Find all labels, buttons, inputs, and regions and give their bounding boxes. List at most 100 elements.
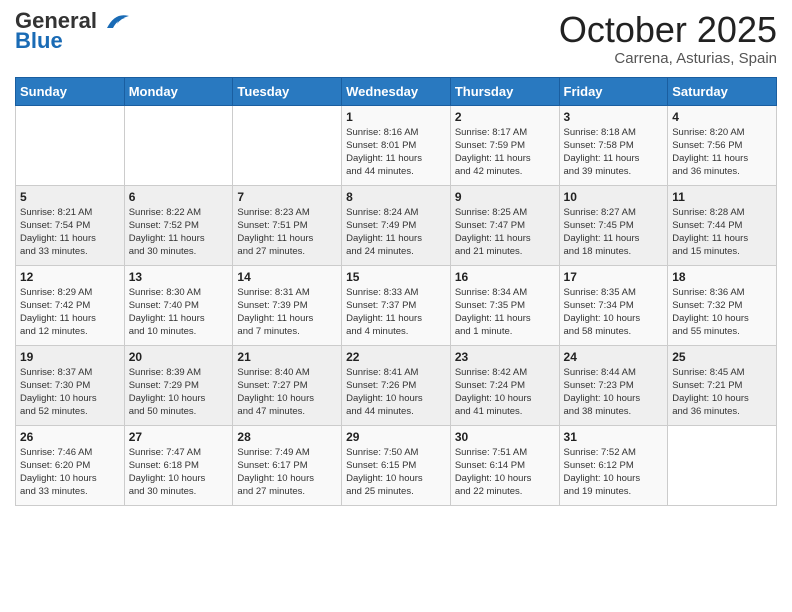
day-info: Sunrise: 7:50 AM Sunset: 6:15 PM Dayligh… bbox=[346, 446, 446, 499]
day-info: Sunrise: 8:41 AM Sunset: 7:26 PM Dayligh… bbox=[346, 366, 446, 419]
day-number: 26 bbox=[20, 430, 120, 444]
calendar-cell: 23 Sunrise: 8:42 AM Sunset: 7:24 PM Dayli… bbox=[450, 345, 559, 425]
day-info: Sunrise: 8:30 AM Sunset: 7:40 PM Dayligh… bbox=[129, 286, 229, 339]
day-info: Sunrise: 8:33 AM Sunset: 7:37 PM Dayligh… bbox=[346, 286, 446, 339]
day-number: 12 bbox=[20, 270, 120, 284]
day-info: Sunrise: 8:18 AM Sunset: 7:58 PM Dayligh… bbox=[564, 126, 664, 179]
day-info: Sunrise: 8:20 AM Sunset: 7:56 PM Dayligh… bbox=[672, 126, 772, 179]
calendar-cell: 22Sunrise: 8:41 AM Sunset: 7:26 PM Dayli… bbox=[342, 345, 451, 425]
day-number: 27 bbox=[129, 430, 229, 444]
week-row-3: 12 Sunrise: 8:29 AM Sunset: 7:42 PM Dayli… bbox=[16, 265, 777, 345]
calendar-cell: 5 Sunrise: 8:21 AM Sunset: 7:54 PM Daylig… bbox=[16, 185, 125, 265]
calendar-cell: 15 Sunrise: 8:33 AM Sunset: 7:37 PM Dayli… bbox=[342, 265, 451, 345]
header-cell-friday: Friday bbox=[559, 77, 668, 105]
calendar-cell: 16 Sunrise: 8:34 AM Sunset: 7:35 PM Dayli… bbox=[450, 265, 559, 345]
day-number: 20 bbox=[129, 350, 229, 364]
day-number: 25 bbox=[672, 350, 772, 364]
day-number: 23 bbox=[455, 350, 555, 364]
day-info: Sunrise: 8:40 AM Sunset: 7:27 PM Dayligh… bbox=[237, 366, 337, 419]
day-info: Sunrise: 8:29 AM Sunset: 7:42 PM Dayligh… bbox=[20, 286, 120, 339]
day-info: Sunrise: 7:49 AM Sunset: 6:17 PM Dayligh… bbox=[237, 446, 337, 499]
calendar-cell: 28 Sunrise: 7:49 AM Sunset: 6:17 PM Dayli… bbox=[233, 425, 342, 505]
day-info: Sunrise: 8:39 AM Sunset: 7:29 PM Dayligh… bbox=[129, 366, 229, 419]
calendar-cell bbox=[16, 105, 125, 185]
day-info: Sunrise: 8:22 AM Sunset: 7:52 PM Dayligh… bbox=[129, 206, 229, 259]
calendar-cell: 26 Sunrise: 7:46 AM Sunset: 6:20 PM Dayli… bbox=[16, 425, 125, 505]
calendar-cell: 4Sunrise: 8:20 AM Sunset: 7:56 PM Daylig… bbox=[668, 105, 777, 185]
day-number: 28 bbox=[237, 430, 337, 444]
logo-bird-icon bbox=[101, 10, 133, 32]
calendar-cell: 1Sunrise: 8:16 AM Sunset: 8:01 PM Daylig… bbox=[342, 105, 451, 185]
day-info: Sunrise: 8:36 AM Sunset: 7:32 PM Dayligh… bbox=[672, 286, 772, 339]
day-info: Sunrise: 7:47 AM Sunset: 6:18 PM Dayligh… bbox=[129, 446, 229, 499]
week-row-5: 26 Sunrise: 7:46 AM Sunset: 6:20 PM Dayli… bbox=[16, 425, 777, 505]
calendar-cell bbox=[233, 105, 342, 185]
calendar-cell: 14 Sunrise: 8:31 AM Sunset: 7:39 PM Dayli… bbox=[233, 265, 342, 345]
day-number: 9 bbox=[455, 190, 555, 204]
calendar-cell: 17 Sunrise: 8:35 AM Sunset: 7:34 PM Dayli… bbox=[559, 265, 668, 345]
day-number: 15 bbox=[346, 270, 446, 284]
day-number: 5 bbox=[20, 190, 120, 204]
week-row-2: 5 Sunrise: 8:21 AM Sunset: 7:54 PM Daylig… bbox=[16, 185, 777, 265]
calendar-cell: 2 Sunrise: 8:17 AM Sunset: 7:59 PM Daylig… bbox=[450, 105, 559, 185]
calendar-table: SundayMondayTuesdayWednesdayThursdayFrid… bbox=[15, 77, 777, 506]
day-number: 13 bbox=[129, 270, 229, 284]
day-number: 17 bbox=[564, 270, 664, 284]
calendar-cell: 29 Sunrise: 7:50 AM Sunset: 6:15 PM Dayli… bbox=[342, 425, 451, 505]
day-number: 16 bbox=[455, 270, 555, 284]
day-number: 31 bbox=[564, 430, 664, 444]
day-number: 24 bbox=[564, 350, 664, 364]
calendar-cell: 20 Sunrise: 8:39 AM Sunset: 7:29 PM Dayli… bbox=[124, 345, 233, 425]
day-number: 10 bbox=[564, 190, 664, 204]
calendar-cell: 11 Sunrise: 8:28 AM Sunset: 7:44 PM Dayli… bbox=[668, 185, 777, 265]
header-row: SundayMondayTuesdayWednesdayThursdayFrid… bbox=[16, 77, 777, 105]
day-info: Sunrise: 8:23 AM Sunset: 7:51 PM Dayligh… bbox=[237, 206, 337, 259]
day-info: Sunrise: 7:46 AM Sunset: 6:20 PM Dayligh… bbox=[20, 446, 120, 499]
day-info: Sunrise: 8:37 AM Sunset: 7:30 PM Dayligh… bbox=[20, 366, 120, 419]
day-number: 14 bbox=[237, 270, 337, 284]
day-info: Sunrise: 8:44 AM Sunset: 7:23 PM Dayligh… bbox=[564, 366, 664, 419]
day-info: Sunrise: 8:28 AM Sunset: 7:44 PM Dayligh… bbox=[672, 206, 772, 259]
day-info: Sunrise: 8:17 AM Sunset: 7:59 PM Dayligh… bbox=[455, 126, 555, 179]
calendar-cell: 3Sunrise: 8:18 AM Sunset: 7:58 PM Daylig… bbox=[559, 105, 668, 185]
day-info: Sunrise: 8:31 AM Sunset: 7:39 PM Dayligh… bbox=[237, 286, 337, 339]
day-number: 19 bbox=[20, 350, 120, 364]
day-info: Sunrise: 8:42 AM Sunset: 7:24 PM Dayligh… bbox=[455, 366, 555, 419]
day-info: Sunrise: 8:25 AM Sunset: 7:47 PM Dayligh… bbox=[455, 206, 555, 259]
calendar-cell bbox=[124, 105, 233, 185]
header-cell-sunday: Sunday bbox=[16, 77, 125, 105]
month-title: October 2025 bbox=[559, 10, 777, 50]
calendar-cell: 6 Sunrise: 8:22 AM Sunset: 7:52 PM Daylig… bbox=[124, 185, 233, 265]
day-info: Sunrise: 8:24 AM Sunset: 7:49 PM Dayligh… bbox=[346, 206, 446, 259]
logo: General Blue bbox=[15, 10, 133, 54]
calendar-cell: 19 Sunrise: 8:37 AM Sunset: 7:30 PM Dayli… bbox=[16, 345, 125, 425]
week-row-1: 1Sunrise: 8:16 AM Sunset: 8:01 PM Daylig… bbox=[16, 105, 777, 185]
day-number: 2 bbox=[455, 110, 555, 124]
week-row-4: 19 Sunrise: 8:37 AM Sunset: 7:30 PM Dayli… bbox=[16, 345, 777, 425]
logo-blue: Blue bbox=[15, 28, 63, 54]
calendar-cell: 27 Sunrise: 7:47 AM Sunset: 6:18 PM Dayli… bbox=[124, 425, 233, 505]
day-number: 29 bbox=[346, 430, 446, 444]
day-info: Sunrise: 8:16 AM Sunset: 8:01 PM Dayligh… bbox=[346, 126, 446, 179]
calendar-cell: 25 Sunrise: 8:45 AM Sunset: 7:21 PM Dayli… bbox=[668, 345, 777, 425]
calendar-cell: 9 Sunrise: 8:25 AM Sunset: 7:47 PM Daylig… bbox=[450, 185, 559, 265]
day-number: 11 bbox=[672, 190, 772, 204]
header-cell-monday: Monday bbox=[124, 77, 233, 105]
header: General Blue October 2025 Carrena, Astur… bbox=[15, 10, 777, 67]
calendar-cell: 12 Sunrise: 8:29 AM Sunset: 7:42 PM Dayli… bbox=[16, 265, 125, 345]
day-number: 8 bbox=[346, 190, 446, 204]
header-cell-thursday: Thursday bbox=[450, 77, 559, 105]
day-info: Sunrise: 8:45 AM Sunset: 7:21 PM Dayligh… bbox=[672, 366, 772, 419]
day-number: 21 bbox=[237, 350, 337, 364]
header-cell-wednesday: Wednesday bbox=[342, 77, 451, 105]
day-info: Sunrise: 8:34 AM Sunset: 7:35 PM Dayligh… bbox=[455, 286, 555, 339]
day-info: Sunrise: 8:27 AM Sunset: 7:45 PM Dayligh… bbox=[564, 206, 664, 259]
day-info: Sunrise: 8:21 AM Sunset: 7:54 PM Dayligh… bbox=[20, 206, 120, 259]
page-container: General Blue October 2025 Carrena, Astur… bbox=[0, 0, 792, 516]
day-info: Sunrise: 8:35 AM Sunset: 7:34 PM Dayligh… bbox=[564, 286, 664, 339]
day-number: 18 bbox=[672, 270, 772, 284]
calendar-cell: 18 Sunrise: 8:36 AM Sunset: 7:32 PM Dayli… bbox=[668, 265, 777, 345]
day-number: 6 bbox=[129, 190, 229, 204]
calendar-cell: 10 Sunrise: 8:27 AM Sunset: 7:45 PM Dayli… bbox=[559, 185, 668, 265]
day-info: Sunrise: 7:52 AM Sunset: 6:12 PM Dayligh… bbox=[564, 446, 664, 499]
